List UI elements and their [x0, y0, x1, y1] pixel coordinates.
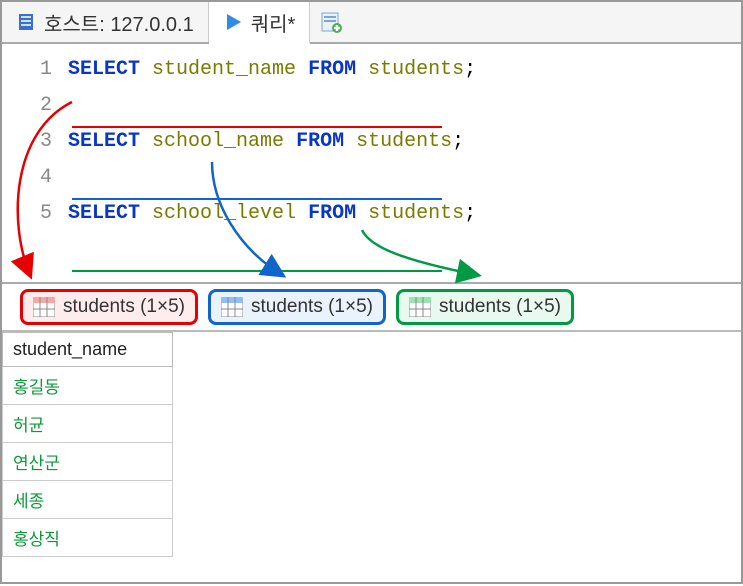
table-icon [221, 297, 243, 317]
line-gutter: 12345 [2, 44, 62, 282]
code-area[interactable]: SELECT student_name FROM students; SELECT… [68, 44, 741, 282]
table-icon [33, 297, 55, 317]
cell[interactable]: 홍상직 [3, 519, 173, 557]
sql-editor[interactable]: 12345 SELECT student_name FROM students;… [2, 44, 741, 284]
code-line[interactable] [68, 88, 741, 124]
host-tab[interactable]: 호스트: 127.0.0.1 [2, 2, 209, 42]
result-tab-label: students (1×5) [439, 296, 561, 318]
result-tab-2[interactable]: students (1×5) [208, 289, 386, 325]
table-row[interactable]: 홍길동 [3, 367, 173, 405]
cell[interactable]: 세종 [3, 481, 173, 519]
line-number: 4 [2, 160, 62, 196]
new-query-tab-button[interactable] [310, 2, 352, 42]
cell[interactable]: 허균 [3, 405, 173, 443]
line-number: 2 [2, 88, 62, 124]
result-tab-3[interactable]: students (1×5) [396, 289, 574, 325]
result-tab-label: students (1×5) [63, 296, 185, 318]
result-panel: student_name 홍길동허균연산군세종홍상직 [2, 332, 741, 582]
cell[interactable]: 홍길동 [3, 367, 173, 405]
host-icon [16, 12, 36, 32]
code-line[interactable]: SELECT student_name FROM students; [68, 52, 741, 88]
query2-underline [72, 198, 442, 200]
query-tab-label: 쿼리* [251, 8, 296, 37]
line-number: 1 [2, 52, 62, 88]
table-row[interactable]: 연산군 [3, 443, 173, 481]
result-table: student_name 홍길동허균연산군세종홍상직 [2, 332, 173, 557]
code-line[interactable]: SELECT school_name FROM students; [68, 124, 741, 160]
result-tab-bar: students (1×5) students (1×5) students (1×… [2, 284, 741, 332]
query-tab[interactable]: 쿼리* [209, 2, 311, 44]
code-line[interactable]: SELECT school_level FROM students; [68, 196, 741, 232]
run-icon [223, 12, 243, 32]
table-row[interactable]: 허균 [3, 405, 173, 443]
query3-underline [72, 270, 442, 272]
host-tab-label: 호스트: 127.0.0.1 [44, 8, 194, 37]
table-icon [409, 297, 431, 317]
query1-underline [72, 126, 442, 128]
table-row[interactable]: 홍상직 [3, 519, 173, 557]
line-number: 3 [2, 124, 62, 160]
result-tab-1[interactable]: students (1×5) [20, 289, 198, 325]
column-header[interactable]: student_name [3, 333, 173, 367]
app-tab-bar: 호스트: 127.0.0.1 쿼리* [2, 2, 741, 44]
line-number: 5 [2, 196, 62, 232]
code-line[interactable] [68, 160, 741, 196]
cell[interactable]: 연산군 [3, 443, 173, 481]
result-tab-label: students (1×5) [251, 296, 373, 318]
table-row[interactable]: 세종 [3, 481, 173, 519]
